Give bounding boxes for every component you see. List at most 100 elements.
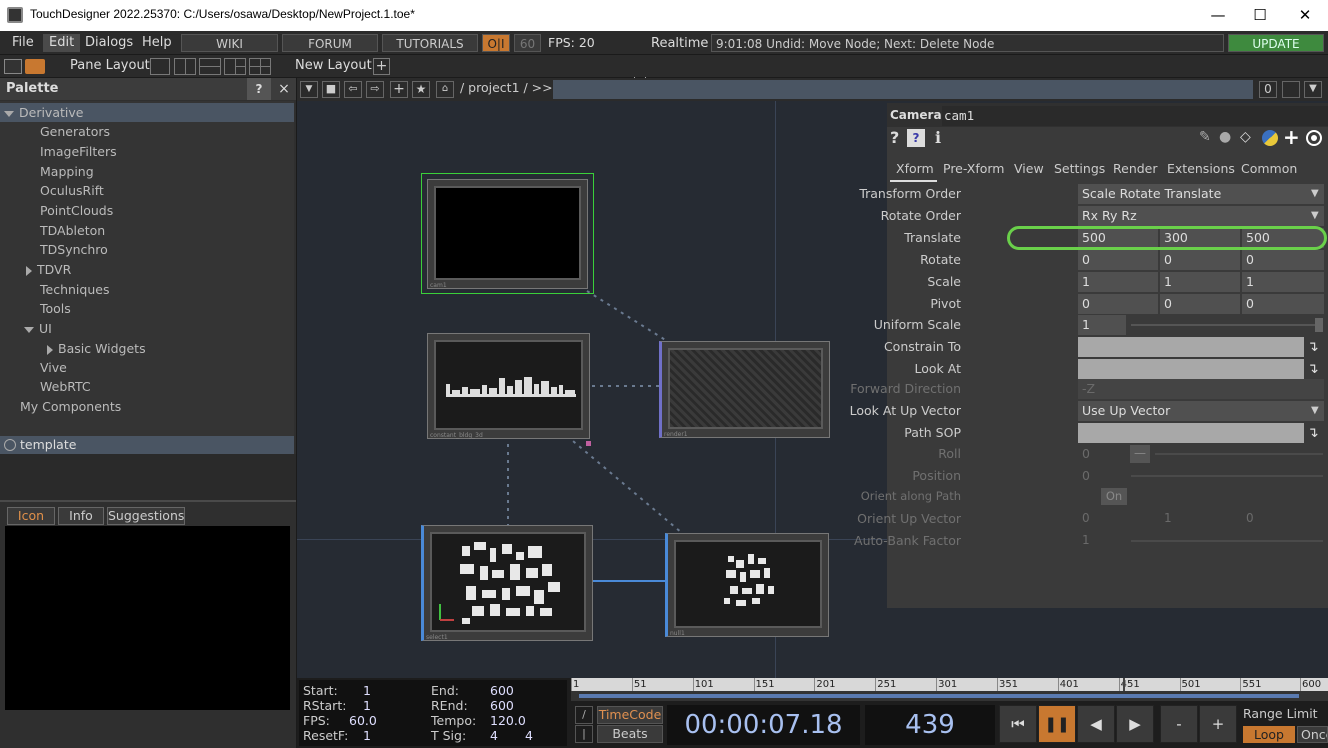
increment-button[interactable]: +: [1199, 705, 1237, 743]
slash-toggle[interactable]: /: [575, 706, 593, 724]
forward-direction-menu[interactable]: -Z: [1078, 379, 1324, 399]
timecode-button[interactable]: TimeCode: [597, 706, 663, 724]
start-value[interactable]: 1: [363, 683, 371, 698]
decrement-button[interactable]: -: [1160, 705, 1198, 743]
tab-pre-xform[interactable]: Pre-Xform: [943, 158, 1004, 180]
tree-item-tdvr[interactable]: TDVR: [26, 260, 71, 279]
info-tab[interactable]: Info: [58, 507, 104, 525]
orient-along-path-toggle[interactable]: On: [1101, 488, 1127, 505]
help-icon[interactable]: ?: [890, 128, 899, 147]
network-icon[interactable]: [4, 59, 22, 74]
tempo-value[interactable]: 120.0: [490, 713, 526, 728]
panel-icon[interactable]: [25, 59, 45, 74]
palette-help-button[interactable]: ?: [247, 78, 271, 100]
uniform-scale-slider[interactable]: [1131, 324, 1321, 326]
drop-arrow-icon[interactable]: ↴: [1307, 361, 1319, 377]
drop-arrow-icon[interactable]: ↴: [1307, 425, 1319, 441]
pivot-y-field[interactable]: 0: [1160, 294, 1240, 314]
maximize-button[interactable]: ☐: [1237, 4, 1283, 26]
comment-icon[interactable]: ●: [1219, 129, 1231, 145]
tab-common[interactable]: Common: [1241, 158, 1297, 180]
position-slider[interactable]: [1131, 475, 1323, 477]
update-button[interactable]: UPDATE: [1228, 34, 1324, 52]
tree-item[interactable]: Generators: [40, 122, 110, 141]
position-value[interactable]: 0: [1082, 468, 1090, 483]
loop-button[interactable]: Loop: [1243, 726, 1295, 743]
info-icon[interactable]: i: [935, 128, 941, 147]
back-icon[interactable]: ⇦: [344, 81, 362, 98]
icon-tab[interactable]: Icon: [7, 507, 55, 525]
add-operator-icon[interactable]: +: [390, 81, 408, 98]
layout-split-v-icon[interactable]: [174, 58, 196, 75]
bookmark-icon[interactable]: ◇: [1240, 129, 1251, 145]
cam1-node[interactable]: cam1: [427, 179, 588, 289]
bldg-node[interactable]: constant_bldg_3d: [427, 333, 590, 439]
tab-settings[interactable]: Settings: [1054, 158, 1105, 180]
menu-file[interactable]: File: [6, 34, 40, 52]
rotate-x-field[interactable]: 0: [1078, 250, 1158, 270]
scale-y-field[interactable]: 1: [1160, 272, 1240, 292]
forward-icon[interactable]: ⇨: [366, 81, 384, 98]
roll-minus-button[interactable]: —: [1130, 445, 1150, 463]
tree-item[interactable]: Tools: [40, 299, 71, 318]
bar-toggle[interactable]: |: [575, 725, 593, 743]
tree-item[interactable]: ImageFilters: [40, 142, 117, 161]
pane-menu-icon[interactable]: ▼: [1304, 81, 1322, 98]
menu-help[interactable]: Help: [136, 34, 178, 52]
minimize-button[interactable]: —: [1195, 4, 1241, 26]
tree-item[interactable]: TDSynchro: [40, 240, 108, 259]
tab-xform[interactable]: Xform: [896, 158, 934, 180]
add-layout-icon[interactable]: +: [373, 58, 390, 75]
once-button[interactable]: Once: [1297, 726, 1328, 743]
auto-bank-slider[interactable]: [1131, 540, 1323, 542]
end-value[interactable]: 600: [490, 683, 514, 698]
path-sop-field[interactable]: [1078, 423, 1304, 443]
auto-bank-value[interactable]: 1: [1082, 533, 1090, 547]
timecode-display[interactable]: 00:00:07.18: [667, 705, 860, 745]
op-name-field[interactable]: cam1: [942, 106, 1328, 126]
tree-item-basic-widgets[interactable]: Basic Widgets: [47, 339, 146, 358]
uniform-scale-field[interactable]: 1: [1078, 315, 1126, 335]
pivot-z-field[interactable]: 0: [1242, 294, 1324, 314]
tree-item-my-components[interactable]: My Components: [20, 397, 121, 416]
slider-handle[interactable]: [1315, 318, 1323, 332]
frame-display[interactable]: 439: [865, 705, 995, 745]
close-window-button[interactable]: ✕: [1282, 4, 1328, 26]
layout-single-icon[interactable]: [150, 58, 170, 75]
tree-item[interactable]: TDAbleton: [40, 221, 105, 240]
tree-item[interactable]: OculusRift: [40, 181, 104, 200]
beats-button[interactable]: Beats: [597, 725, 663, 743]
scale-z-field[interactable]: 1: [1242, 272, 1324, 292]
dropdown-icon[interactable]: ▼: [300, 81, 318, 98]
rotate-y-field[interactable]: 0: [1160, 250, 1240, 270]
tab-view[interactable]: View: [1014, 158, 1044, 180]
tab-render[interactable]: Render: [1113, 158, 1158, 180]
rotate-order-menu[interactable]: Rx Ry Rz: [1078, 206, 1324, 226]
transform-order-menu[interactable]: Scale Rotate Translate: [1078, 184, 1324, 204]
fps-value[interactable]: 60.0: [349, 713, 377, 728]
rewind-button[interactable]: ⏮: [999, 705, 1037, 743]
play-button[interactable]: ▶: [1116, 705, 1154, 743]
constrain-to-field[interactable]: [1078, 337, 1304, 357]
roll-value[interactable]: 0: [1082, 446, 1090, 461]
drop-arrow-icon[interactable]: ↴: [1307, 339, 1319, 355]
select1-node[interactable]: select1: [421, 525, 593, 641]
step-back-button[interactable]: ◀: [1077, 705, 1115, 743]
forum-button[interactable]: FORUM: [282, 34, 378, 52]
add-icon[interactable]: +: [1283, 125, 1300, 149]
maximize-pane-icon[interactable]: [1282, 81, 1300, 98]
rotate-z-field[interactable]: 0: [1242, 250, 1324, 270]
look-at-field[interactable]: [1078, 359, 1304, 379]
render1-node[interactable]: render1: [659, 341, 830, 438]
orient-up-y[interactable]: 1: [1164, 511, 1172, 525]
fps-cap-field[interactable]: 60: [514, 34, 541, 52]
python-icon[interactable]: [1262, 130, 1278, 146]
layout-three-icon[interactable]: [224, 58, 246, 75]
tree-item-ui[interactable]: UI: [24, 319, 52, 338]
look-at-up-vector-menu[interactable]: Use Up Vector: [1078, 401, 1324, 421]
home-icon[interactable]: ⌂: [436, 81, 454, 98]
orient-up-z[interactable]: 0: [1246, 511, 1254, 525]
menu-edit[interactable]: Edit: [43, 34, 81, 52]
suggestions-tab[interactable]: Suggestions: [107, 507, 185, 525]
pivot-x-field[interactable]: 0: [1078, 294, 1158, 314]
